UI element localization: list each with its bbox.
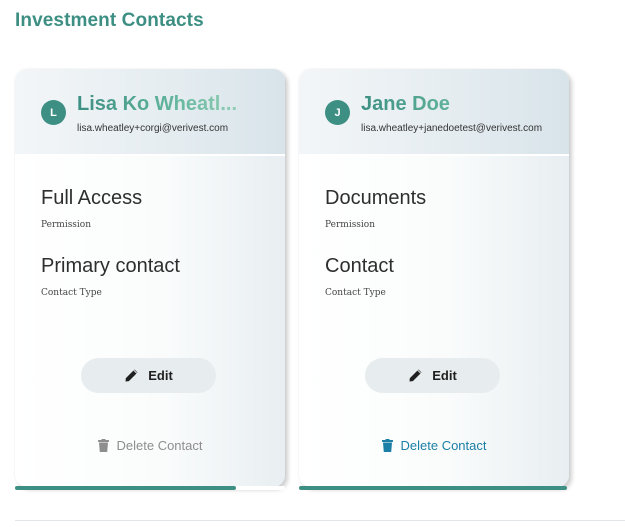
edit-button[interactable]: Edit	[365, 358, 500, 393]
divider	[15, 520, 625, 521]
contact-card: L Lisa Ko Wheatl... lisa.wheatley+corgi@…	[15, 69, 285, 487]
card-progress-bar	[15, 486, 285, 490]
delete-contact-button[interactable]: Delete Contact	[299, 438, 569, 453]
card-progress-bar	[299, 486, 567, 490]
permission-value: Documents	[325, 187, 427, 209]
contact-type-value: Contact	[325, 255, 394, 277]
permission-label: Permission	[325, 220, 376, 230]
trash-icon	[381, 439, 393, 452]
contact-type-label: Contact Type	[41, 288, 102, 298]
contact-email: lisa.wheatley+corgi@verivest.com	[77, 123, 229, 134]
contact-card-header: L Lisa Ko Wheatl... lisa.wheatley+corgi@…	[15, 69, 285, 156]
edit-button-label: Edit	[432, 368, 457, 383]
delete-contact-label: Delete Contact	[116, 438, 203, 453]
pencil-icon	[409, 369, 422, 382]
contact-type-value: Primary contact	[41, 255, 180, 277]
edit-button-label: Edit	[148, 368, 173, 383]
contact-email: lisa.wheatley+janedoetest@verivest.com	[361, 123, 543, 134]
card-progress-fill	[299, 486, 567, 490]
page-title: Investment Contacts	[15, 10, 204, 31]
delete-contact-button[interactable]: Delete Contact	[15, 438, 285, 453]
permission-value: Full Access	[41, 187, 143, 209]
contact-name: Jane Doe	[361, 93, 557, 116]
contact-type-label: Contact Type	[325, 288, 386, 298]
contact-name: Lisa Ko Wheatl...	[77, 93, 273, 116]
contact-card-header: J Jane Doe lisa.wheatley+janedoetest@ver…	[299, 69, 569, 156]
card-progress-fill	[15, 486, 237, 490]
delete-contact-label: Delete Contact	[400, 438, 487, 453]
trash-icon	[97, 439, 109, 452]
edit-button[interactable]: Edit	[81, 358, 216, 393]
contact-card: J Jane Doe lisa.wheatley+janedoetest@ver…	[299, 69, 569, 487]
pencil-icon	[125, 369, 138, 382]
permission-label: Permission	[41, 220, 92, 230]
avatar: L	[41, 100, 66, 125]
avatar: J	[325, 100, 350, 125]
